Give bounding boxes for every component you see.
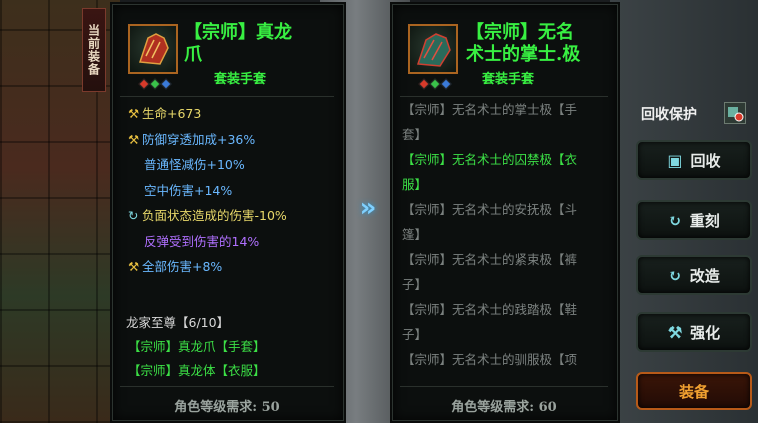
gem-blue-icon: [160, 78, 172, 90]
refresh-icon: ↻: [668, 210, 682, 230]
set-item: 【宗师】无名术士的紧束极【裤 子】: [402, 252, 578, 292]
gem-blue-icon: [440, 78, 452, 90]
stat-line: ⚒ 全部伤害+8%: [128, 257, 222, 277]
enhance-button[interactable]: ⚒ 强化: [636, 312, 752, 352]
hammer-icon: ⚒: [128, 106, 140, 121]
recycle-protect-label: 回收保护: [641, 107, 697, 123]
recycle-button[interactable]: ▣ 回收: [636, 140, 752, 180]
recycle-protect-toggle[interactable]: [724, 102, 746, 124]
refresh-icon: ↻: [128, 208, 139, 223]
divider: [120, 386, 334, 387]
modify-button[interactable]: ↻ 改造: [636, 255, 752, 295]
current-gem-slots: [138, 78, 172, 90]
set-item: 【宗师】无名术士的驯服极【项链】: [402, 352, 578, 367]
set-item: 【宗师】真龙体【衣服】: [128, 363, 266, 378]
new-level-requirement: 角色等级需求: 60: [451, 400, 557, 415]
current-equip-tag: 当前装备: [82, 8, 106, 92]
box-icon: ▣: [667, 150, 683, 170]
set-item: 【宗师】真龙爪【手套】: [128, 339, 266, 354]
compare-arrow-icon: »: [359, 193, 377, 223]
stat-line: 反弹受到伤害的14%: [144, 233, 260, 249]
gauntlet-icon: [416, 33, 451, 67]
new-gem-slots: [418, 78, 452, 90]
current-level-requirement: 角色等级需求: 50: [174, 400, 280, 415]
lock-icon: [728, 107, 744, 122]
divider: [400, 386, 608, 387]
new-item-icon: [408, 24, 458, 74]
gem-red-icon: [418, 78, 430, 90]
stat-line: ⚒ 防御穿透加成+36%: [128, 130, 255, 150]
set-item: 【宗师】无名术士的掌士极【手 套】: [402, 102, 578, 142]
refresh-icon: ↻: [668, 265, 682, 285]
set-item: 【宗师】无名术士的囚禁极【衣 服】: [402, 152, 578, 192]
gem-red-icon: [138, 78, 150, 90]
stat-line: ⚒ 生命+673: [128, 104, 201, 124]
current-item-type: 套装手套: [214, 72, 267, 87]
set-item: 【宗师】无名术士的践踏极【鞋 子】: [402, 302, 578, 342]
gem-green-icon: [149, 78, 161, 90]
hammer-icon: ⚒: [128, 259, 140, 274]
set-name: 龙家至尊【6/10】: [126, 315, 230, 330]
set-item: 【宗师】无名术士的安抚极【斗 篷】: [402, 202, 578, 242]
hammer-icon: ⚒: [128, 131, 140, 147]
new-item-title: 【宗师】无名 术士的掌士.极: [466, 22, 581, 65]
reforge-button[interactable]: ↻ 重刻: [636, 200, 752, 240]
hammer-icon: ⚒: [667, 322, 683, 342]
new-item-type: 套装手套: [482, 72, 535, 87]
equip-button[interactable]: 装备: [636, 372, 752, 410]
stat-line: 空中伤害+14%: [144, 182, 233, 198]
stat-line: 普通怪减伤+10%: [144, 157, 245, 172]
current-item-title: 【宗师】真龙 爪: [184, 22, 292, 65]
gauntlet-icon: [138, 33, 169, 65]
divider: [120, 96, 334, 97]
current-item-icon: [128, 24, 178, 74]
stat-line: ↻ 负面状态造成的伤害-10%: [128, 206, 287, 226]
gem-green-icon: [429, 78, 441, 90]
new-set-list: 【宗师】无名术士的掌士极【手 套】 【宗师】无名术士的囚禁极【衣 服】 【宗师】无名…: [402, 97, 602, 369]
